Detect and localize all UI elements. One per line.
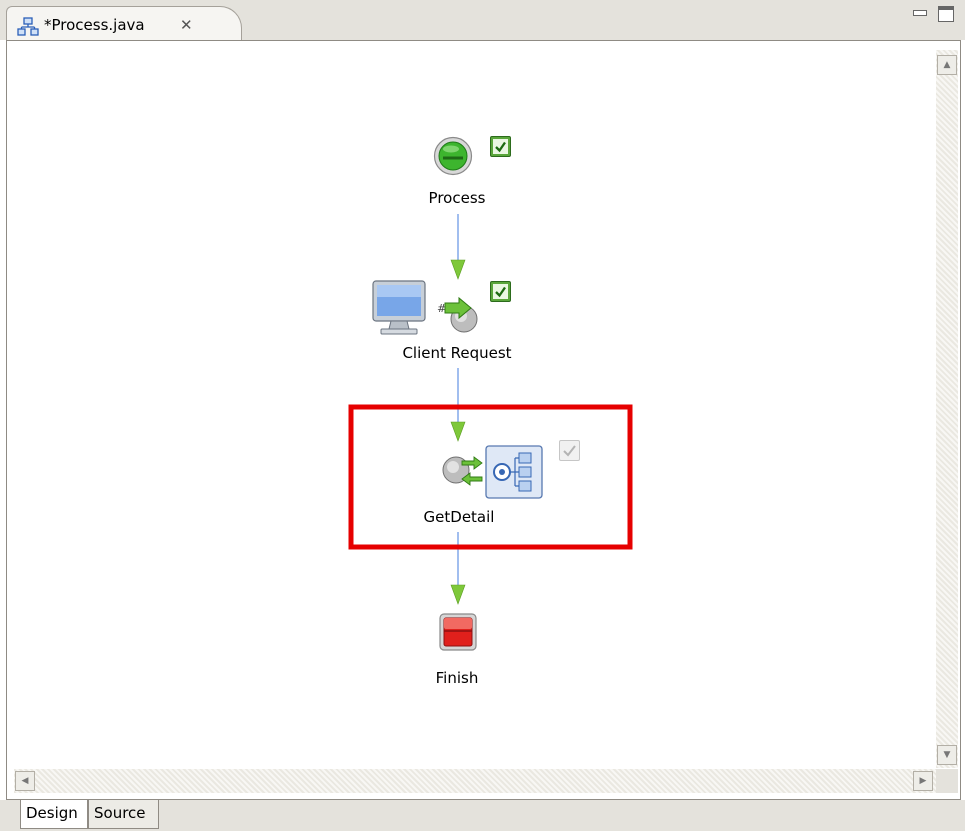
connector-arrowhead — [450, 259, 466, 280]
maximize-icon[interactable] — [938, 6, 954, 22]
scroll-down-arrow-icon[interactable]: ▼ — [937, 745, 957, 765]
unvalidated-check-icon — [559, 440, 580, 461]
node-label: GetDetail — [423, 508, 495, 526]
node-label: Process — [428, 189, 486, 207]
editor-mode-tabs: Design Source — [0, 800, 965, 831]
close-icon[interactable]: ✕ — [180, 16, 193, 34]
validated-check-icon — [490, 281, 511, 302]
connector-arrowhead — [450, 584, 466, 605]
end-node-icon — [439, 613, 477, 651]
process-diagram-icon — [17, 17, 39, 37]
validated-check-icon — [490, 136, 511, 157]
vertical-scrollbar[interactable] — [936, 50, 958, 768]
service-call-icon — [440, 443, 548, 503]
node-label: Finish — [435, 669, 479, 687]
minimize-icon[interactable] — [913, 10, 927, 16]
horizontal-scrollbar[interactable] — [14, 769, 936, 793]
client-request-icon: # — [371, 279, 491, 339]
editor-tab-title: *Process.java — [44, 16, 145, 34]
scroll-up-arrow-icon[interactable]: ▲ — [937, 55, 957, 75]
scroll-right-arrow-icon[interactable]: ▶ — [913, 771, 933, 791]
tab-design[interactable]: Design — [20, 800, 88, 829]
diagram-canvas[interactable]: Process # Client Request GetDetail Finis… — [8, 50, 934, 768]
scrollbar-corner — [936, 769, 958, 793]
connector-arrowhead — [450, 421, 466, 442]
editor-tab-bar: *Process.java ✕ — [0, 0, 965, 40]
start-node-icon — [433, 136, 473, 176]
node-label: Client Request — [402, 344, 512, 362]
scroll-left-arrow-icon[interactable]: ◀ — [15, 771, 35, 791]
editor-tab-process-java[interactable]: *Process.java ✕ — [6, 6, 242, 40]
tab-source[interactable]: Source — [88, 800, 159, 829]
